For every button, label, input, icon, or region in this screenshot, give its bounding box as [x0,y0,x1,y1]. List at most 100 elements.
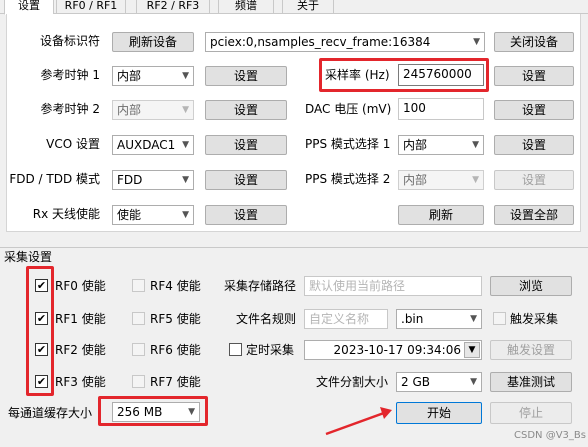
ref-clock2-set-button[interactable]: 设置 [205,100,287,120]
rx-antenna-label: Rx 天线使能 [32,207,100,221]
chevron-down-icon: ▼ [182,105,189,115]
storage-path-input[interactable]: 默认使用当前路径 [304,276,482,296]
fdd-tdd-set-button[interactable]: 设置 [205,170,287,190]
file-split-label: 文件分割大小 [315,375,388,389]
timed-capture-checkbox[interactable] [229,343,242,356]
calendar-dropdown-icon[interactable]: ▼ [464,342,480,358]
browse-button[interactable]: 浏览 [490,276,572,296]
dac-input[interactable]: 100 [398,98,484,120]
buffer-size-label: 每通道缓存大小 [8,406,93,420]
rf4-enable-label: RF4 使能 [150,279,201,293]
file-split-select[interactable]: 2 GB ▼ [396,372,482,392]
fdd-tdd-value: FDD [117,173,143,187]
chevron-down-icon: ▼ [182,71,189,81]
capture-section-title: 采集设置 [4,250,53,264]
section-divider [0,247,588,248]
chevron-down-icon: ▼ [182,175,189,185]
buffer-size-select[interactable]: 256 MB ▼ [112,402,200,422]
chevron-down-icon: ▼ [188,407,195,417]
tab-settings[interactable]: 设置 [4,0,54,15]
rx-antenna-value: 使能 [117,208,142,222]
device-select-value: pciex:0,nsamples_recv_frame:16384 [210,35,431,49]
filename-rule-label: 文件名规则 [235,312,296,326]
buffer-size-value: 256 MB [117,405,163,419]
tab-spectrum[interactable]: 频谱 [218,0,274,14]
rf1-enable-checkbox[interactable]: ✔ [35,312,48,325]
ref-clock1-label: 参考时钟 1 [40,68,100,82]
chevron-down-icon: ▼ [472,140,479,150]
rx-antenna-select[interactable]: 使能 ▼ [112,205,194,225]
trigger-settings-button[interactable]: 触发设置 [490,340,572,360]
watermark: CSDN @V3_Bs [514,430,586,441]
refresh-device-button[interactable]: 刷新设备 [112,32,194,52]
ref-clock2-label: 参考时钟 2 [40,102,100,116]
file-split-value: 2 GB [401,375,430,389]
pps1-select[interactable]: 内部 ▼ [398,135,484,155]
chevron-down-icon: ▼ [472,175,479,185]
tab-about[interactable]: 关于 [282,0,334,14]
rf2-enable-checkbox[interactable]: ✔ [35,343,48,356]
samplerate-set-button[interactable]: 设置 [494,66,574,86]
refresh-button[interactable]: 刷新 [398,205,484,225]
vco-label: VCO 设置 [46,137,100,151]
rf1-enable-label: RF1 使能 [55,312,106,326]
ref-clock1-value: 内部 [117,69,142,83]
device-id-label: 设备标识符 [39,34,100,48]
trigger-capture-label: 触发采集 [510,312,559,326]
rf0-enable-checkbox[interactable]: ✔ [35,279,48,292]
ref-clock1-set-button[interactable]: 设置 [205,66,287,86]
chevron-down-icon: ▼ [182,210,189,220]
rf5-enable-label: RF5 使能 [150,312,201,326]
rf5-enable-checkbox[interactable] [132,312,145,325]
timed-capture-label: 定时采集 [246,343,295,357]
pps2-label: PPS 模式选择 2 [305,172,391,186]
samplerate-input[interactable]: 245760000 [398,64,484,86]
ref-clock1-select[interactable]: 内部 ▼ [112,66,194,86]
chevron-down-icon: ▼ [470,314,477,324]
fdd-tdd-label: FDD / TDD 模式 [9,172,100,186]
vco-value: AUXDAC1 [117,138,176,152]
pps1-label: PPS 模式选择 1 [305,137,391,151]
rx-antenna-set-button[interactable]: 设置 [205,205,287,225]
datetime-value: 2023-10-17 09:34:06 [333,343,461,357]
ref-clock2-value: 内部 [117,103,142,117]
filename-input[interactable]: 自定义名称 [304,309,388,329]
trigger-capture-checkbox[interactable] [493,312,506,325]
chevron-down-icon: ▼ [473,37,480,47]
rf7-enable-label: RF7 使能 [150,375,201,389]
benchmark-button[interactable]: 基准测试 [490,372,572,392]
rf0-enable-label: RF0 使能 [55,279,106,293]
rf4-enable-checkbox[interactable] [132,279,145,292]
fdd-tdd-select[interactable]: FDD ▼ [112,170,194,190]
stop-button[interactable]: 停止 [490,402,572,424]
pps2-set-button[interactable]: 设置 [494,170,574,190]
rf6-enable-label: RF6 使能 [150,343,201,357]
rf2-enable-label: RF2 使能 [55,343,106,357]
dac-label: DAC 电压 (mV) [305,102,392,116]
rf3-enable-checkbox[interactable]: ✔ [35,375,48,388]
tab-rf2-rf3[interactable]: RF2 / RF3 [136,0,210,14]
chevron-down-icon: ▼ [182,140,189,150]
vco-set-button[interactable]: 设置 [205,135,287,155]
dac-set-button[interactable]: 设置 [494,100,574,120]
chevron-down-icon: ▼ [470,377,477,387]
extension-value: .bin [401,312,424,326]
samplerate-label: 采样率 (Hz) [325,68,390,82]
tab-rf0-rf1[interactable]: RF0 / RF1 [56,0,126,14]
ref-clock2-select[interactable]: 内部 ▼ [112,100,194,120]
start-button[interactable]: 开始 [396,402,482,424]
set-all-button[interactable]: 设置全部 [494,205,574,225]
rf3-enable-label: RF3 使能 [55,375,106,389]
pps1-set-button[interactable]: 设置 [494,135,574,155]
rf6-enable-checkbox[interactable] [132,343,145,356]
annotation-arrow-icon [325,407,392,436]
pps1-value: 内部 [403,138,428,152]
vco-select[interactable]: AUXDAC1 ▼ [112,135,194,155]
pps2-select[interactable]: 内部 ▼ [398,170,484,190]
device-select[interactable]: pciex:0,nsamples_recv_frame:16384 ▼ [205,32,485,52]
close-device-button[interactable]: 关闭设备 [494,32,574,52]
rf7-enable-checkbox[interactable] [132,375,145,388]
extension-select[interactable]: .bin ▼ [396,309,482,329]
pps2-value: 内部 [403,173,428,187]
datetime-picker[interactable]: 2023-10-17 09:34:06 [304,340,482,360]
